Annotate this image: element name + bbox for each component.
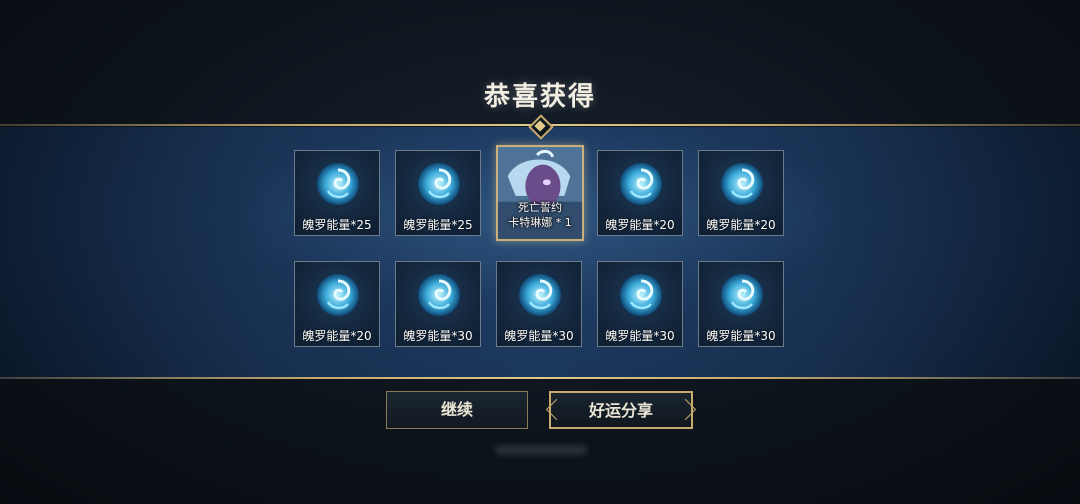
poro-energy-icon [418,274,460,316]
reward-tile[interactable]: 魄罗能量*30 [597,261,683,347]
reward-title: 恭喜获得 [483,82,596,112]
poro-energy-icon [721,274,763,316]
reward-tile[interactable]: 魄罗能量*20 [698,150,784,236]
reward-tile[interactable]: 魄罗能量*20 [294,261,380,347]
continue-button[interactable]: 继续 [386,391,528,429]
share-button-label: 好运分享 [588,401,653,420]
reward-label: 魄罗能量*25 [302,218,372,232]
poro-energy-icon [418,163,460,205]
poro-energy-icon [721,163,763,205]
chevron-right-icon [674,398,697,421]
poro-energy-icon [519,274,561,316]
reward-label: 魄罗能量*20 [706,218,776,232]
reward-tile[interactable]: 魄罗能量*20 [597,150,683,236]
reward-label: 魄罗能量*30 [403,329,473,343]
reward-tile[interactable]: 魄罗能量*25 [294,150,380,236]
chevron-left-icon [545,398,568,421]
reward-label: 魄罗能量*30 [706,329,776,343]
poro-energy-icon [620,163,662,205]
poro-energy-icon [317,163,359,205]
share-button[interactable]: 好运分享 [545,391,697,429]
reward-tile[interactable]: 魄罗能量*25 [395,150,481,236]
band-bottom-border [0,377,1080,379]
reward-label: 魄罗能量*30 [605,329,675,343]
reward-label: 魄罗能量*25 [403,218,473,232]
reward-label: 魄罗能量*30 [504,329,574,343]
poro-energy-icon [317,274,359,316]
reward-label: 魄罗能量*20 [605,218,675,232]
skin-name-line1: 死亡誓约 [518,201,562,214]
skin-reward-tile[interactable]: 死亡誓约 卡特琳娜 * 1 [496,145,584,241]
skin-name-line2: 卡特琳娜 * 1 [508,216,572,229]
poro-energy-icon [620,274,662,316]
reward-tile[interactable]: 魄罗能量*30 [496,261,582,347]
reward-tile[interactable]: 魄罗能量*30 [395,261,481,347]
reward-tile[interactable]: 魄罗能量*30 [698,261,784,347]
blurred-hint-text [495,445,587,455]
reward-label: 魄罗能量*20 [302,329,372,343]
